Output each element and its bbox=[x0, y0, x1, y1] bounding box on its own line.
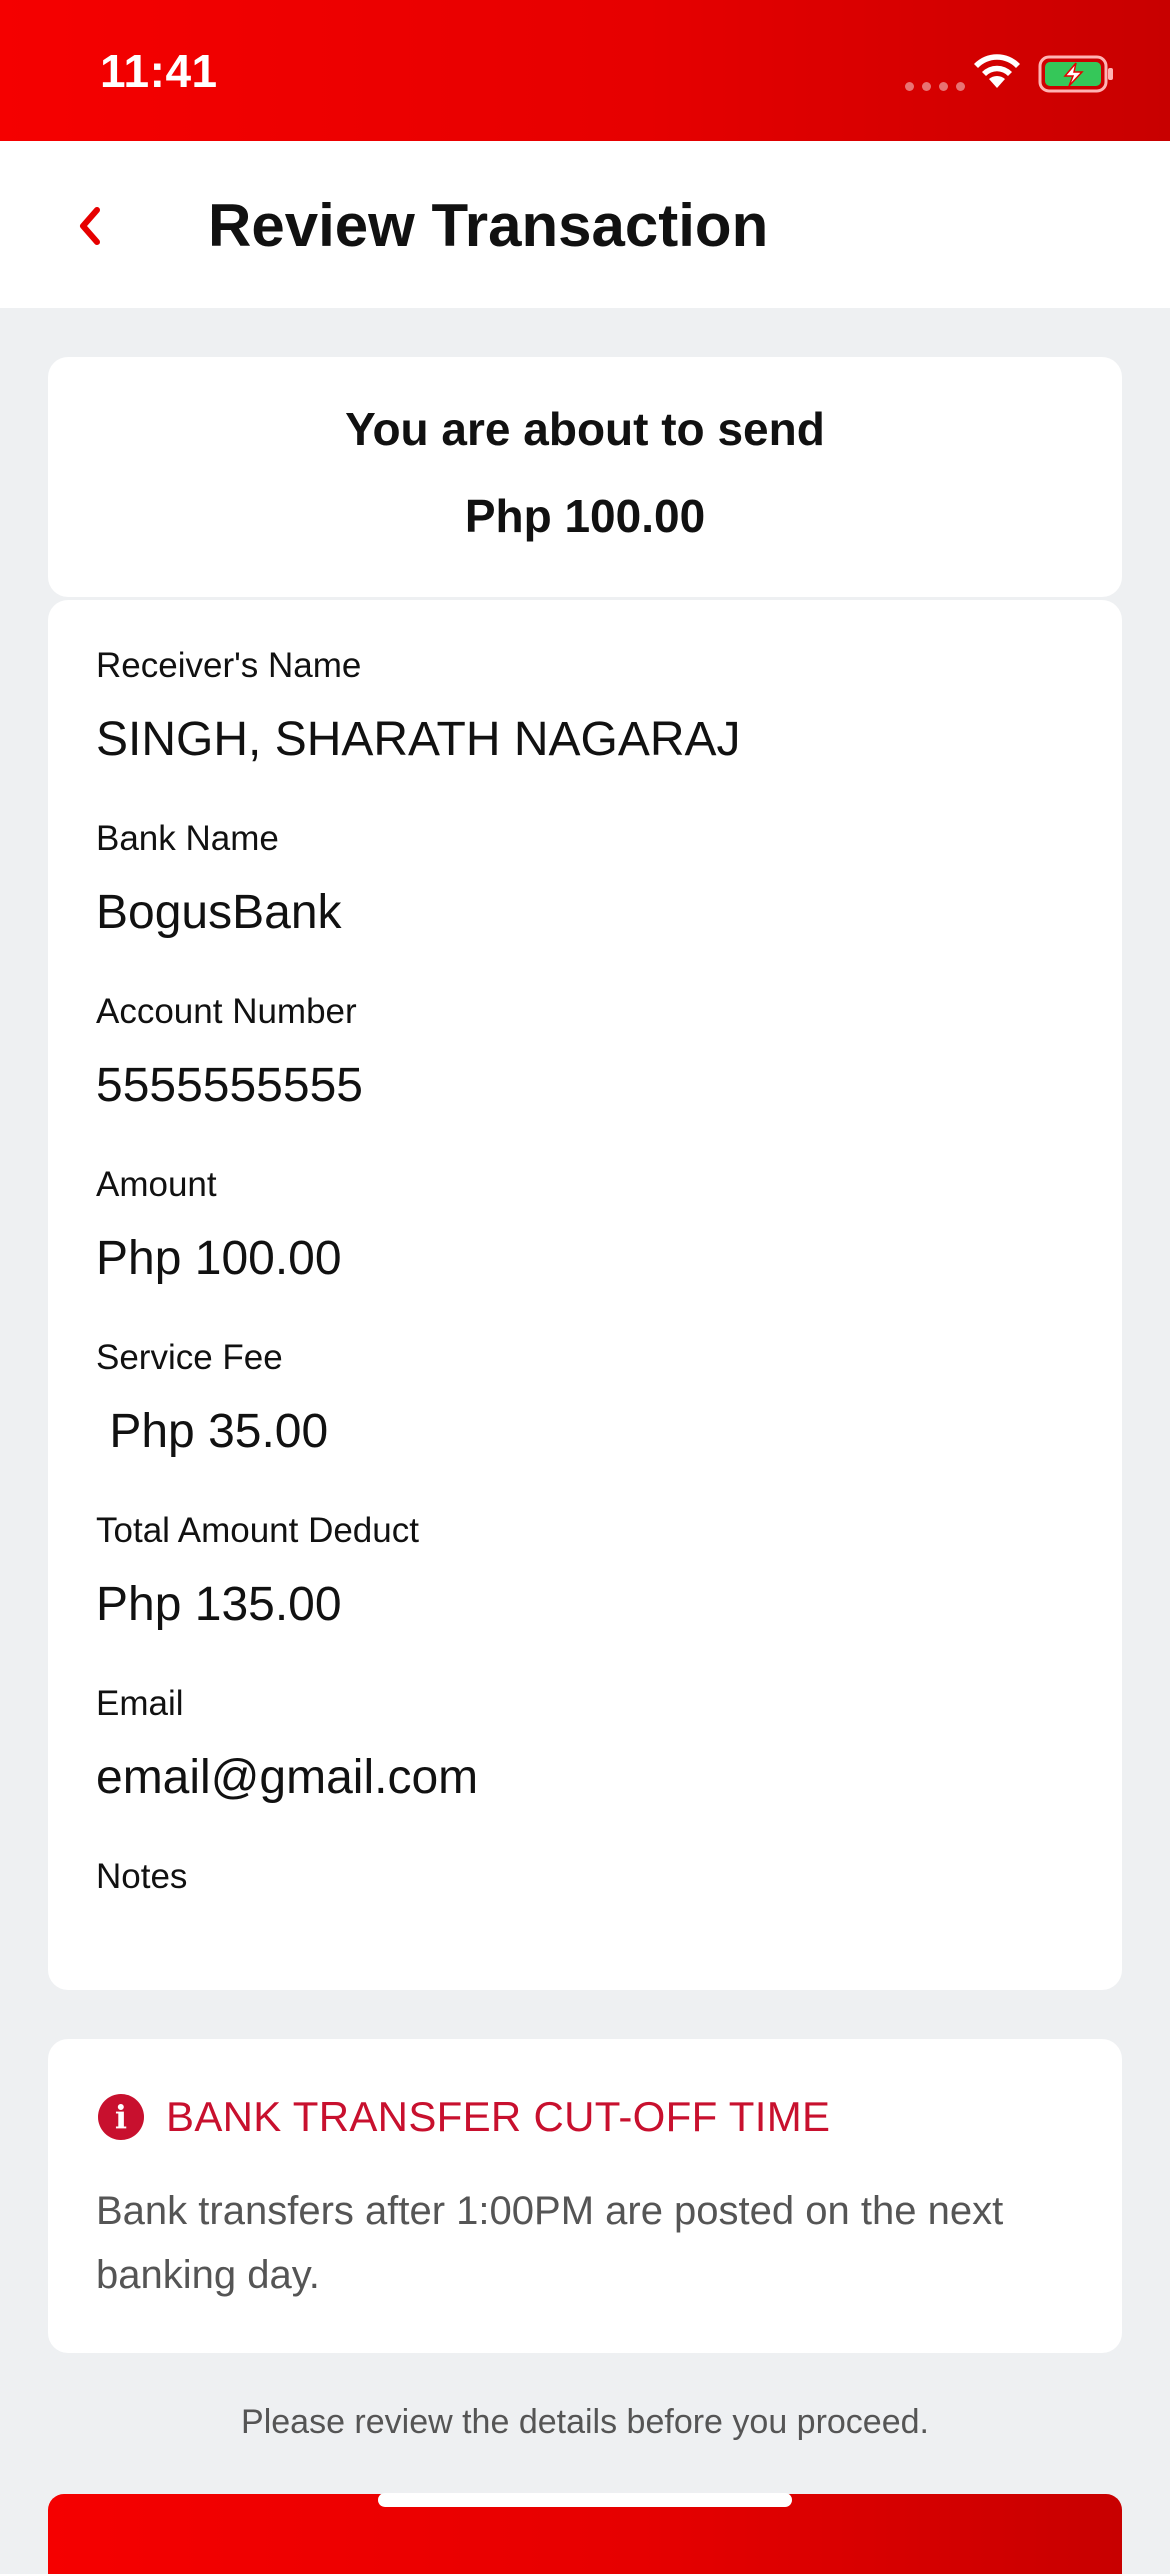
cellular-signal-icon bbox=[905, 82, 965, 91]
cutoff-notice-card: i BANK TRANSFER CUT-OFF TIME Bank transf… bbox=[48, 2039, 1122, 2353]
account-number-value: 5555555555 bbox=[96, 1059, 363, 1112]
wifi-icon bbox=[972, 52, 1022, 95]
total-amount-deduct-value: Php 135.00 bbox=[96, 1578, 342, 1631]
email-value: email@gmail.com bbox=[96, 1751, 479, 1804]
notes-label: Notes bbox=[96, 1857, 188, 1896]
notice-body: Bank transfers after 1:00PM are posted o… bbox=[96, 2189, 1004, 2297]
receiver-name-value: SINGH, SHARATH NAGARAJ bbox=[96, 713, 741, 766]
service-fee-value: Php 35.00 bbox=[96, 1405, 329, 1458]
info-icon: i bbox=[98, 2094, 144, 2140]
account-number-label: Account Number bbox=[96, 992, 357, 1031]
bank-name-label: Bank Name bbox=[96, 819, 279, 858]
service-fee-label: Service Fee bbox=[96, 1338, 283, 1377]
bank-name-value: BogusBank bbox=[96, 886, 342, 939]
send-summary-amount: Php 100.00 bbox=[464, 490, 706, 542]
send-summary-card: You are about to send Php 100.00 bbox=[48, 357, 1122, 597]
email-label: Email bbox=[96, 1684, 184, 1723]
amount-value: Php 100.00 bbox=[96, 1232, 342, 1285]
status-bar: 11:41 bbox=[0, 0, 1170, 141]
status-time: 11:41 bbox=[100, 45, 218, 97]
transaction-details-card: Receiver's Name SINGH, SHARATH NAGARAJ B… bbox=[48, 600, 1122, 1990]
chevron-left-icon bbox=[80, 207, 100, 245]
navigation-bar: Review Transaction bbox=[0, 141, 1170, 308]
battery-charging-icon bbox=[1038, 54, 1116, 99]
page-title: Review Transaction bbox=[208, 192, 769, 259]
review-instruction-text: Please review the details before you pro… bbox=[241, 2403, 929, 2441]
notice-title: BANK TRANSFER CUT-OFF TIME bbox=[166, 2093, 831, 2140]
total-amount-deduct-label: Total Amount Deduct bbox=[96, 1511, 419, 1550]
amount-label: Amount bbox=[96, 1165, 217, 1204]
send-summary-text: You are about to send bbox=[345, 403, 825, 455]
back-button[interactable] bbox=[60, 191, 120, 261]
home-indicator bbox=[378, 2493, 792, 2507]
receiver-name-label: Receiver's Name bbox=[96, 646, 362, 685]
